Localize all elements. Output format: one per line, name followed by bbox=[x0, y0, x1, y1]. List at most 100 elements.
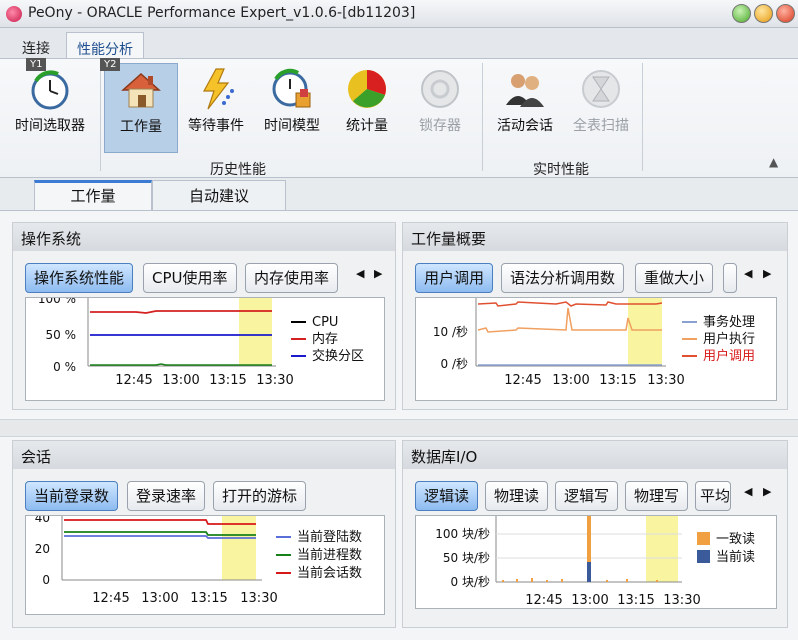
y-tick: 40 bbox=[35, 516, 50, 525]
open-cursors-tab[interactable]: 打开的游标 bbox=[213, 481, 307, 511]
tab-auto-advice[interactable]: 自动建议 bbox=[152, 180, 286, 210]
time-highlight bbox=[646, 516, 678, 582]
session-panel: 会话 当前登录数 登录速率 打开的游标 40 20 0 12:45 13:00 … bbox=[12, 440, 396, 628]
workload-chart: 10 /秒 0 /秒 12:45 13:00 13:15 13:30 事务处理 … bbox=[415, 297, 777, 401]
x-tick: 12:45 bbox=[525, 593, 562, 608]
memory-usage-tab[interactable]: 内存使用率 bbox=[245, 263, 339, 293]
x-tick: 13:30 bbox=[647, 373, 684, 388]
close-button[interactable] bbox=[776, 4, 795, 23]
horizontal-splitter[interactable] bbox=[0, 419, 798, 437]
statistics-label: 统计量 bbox=[346, 118, 388, 134]
x-tick: 12:45 bbox=[115, 373, 152, 388]
x-tick: 13:00 bbox=[552, 373, 589, 388]
x-tick: 13:00 bbox=[571, 593, 608, 608]
workload-label: 工作量 bbox=[120, 119, 162, 135]
tab-performance-analysis[interactable]: 性能分析 bbox=[66, 32, 144, 58]
redo-size-tab[interactable]: 重做大小 bbox=[635, 263, 714, 293]
x-tick: 13:30 bbox=[240, 591, 277, 606]
active-sessions-button[interactable]: 活动会话 bbox=[490, 63, 560, 153]
scroll-left-icon[interactable]: ◀ bbox=[356, 267, 364, 280]
time-picker-button[interactable]: Y1 时间选取器 bbox=[6, 58, 94, 153]
user-calls-tab[interactable]: 用户调用 bbox=[415, 263, 494, 293]
latch-icon bbox=[421, 70, 459, 108]
statistics-button[interactable]: 统计量 bbox=[334, 63, 400, 153]
clock-icon bbox=[31, 70, 69, 110]
physical-reads-tab[interactable]: 物理读 bbox=[485, 481, 549, 511]
menu-tab-bar: 连接 性能分析 bbox=[0, 28, 798, 58]
y-tick: 50 % bbox=[46, 328, 77, 342]
legend-label: CPU bbox=[312, 315, 338, 330]
x-tick: 12:45 bbox=[92, 591, 129, 606]
session-chart: 40 20 0 12:45 13:00 13:15 13:30 当前登陆数 当前… bbox=[25, 515, 385, 615]
workload-chart-svg: 10 /秒 0 /秒 12:45 13:00 13:15 13:30 事务处理 … bbox=[433, 298, 755, 388]
os-performance-tab[interactable]: 操作系统性能 bbox=[25, 263, 134, 293]
os-chart: 100 % 50 % 0 % 12:45 13:00 13:15 13:30 C… bbox=[25, 297, 385, 401]
minimize-button[interactable] bbox=[732, 4, 751, 23]
os-chart-svg: 100 % 50 % 0 % 12:45 13:00 13:15 13:30 C… bbox=[38, 298, 364, 388]
x-tick: 13:15 bbox=[190, 591, 227, 606]
y-tick: 0 bbox=[42, 573, 50, 587]
session-panel-title: 会话 bbox=[13, 441, 395, 469]
more-tab[interactable] bbox=[723, 263, 737, 293]
x-tick: 12:45 bbox=[504, 373, 541, 388]
x-tick: 13:00 bbox=[162, 373, 199, 388]
time-highlight bbox=[239, 298, 272, 366]
tab-workload[interactable]: 工作量 bbox=[34, 180, 152, 210]
legend-label: 交换分区 bbox=[312, 348, 364, 364]
time-highlight bbox=[222, 516, 256, 580]
cpu-usage-tab[interactable]: CPU使用率 bbox=[143, 263, 237, 293]
wait-events-label: 等待事件 bbox=[188, 118, 244, 134]
legend-swatch-consistent-read bbox=[697, 532, 710, 545]
time-model-button[interactable]: 时间模型 bbox=[256, 63, 328, 153]
legend-label: 一致读 bbox=[716, 532, 755, 547]
parse-calls-tab[interactable]: 语法分析调用数 bbox=[501, 263, 625, 293]
y-tick: 10 /秒 bbox=[433, 325, 468, 339]
time-picker-label: 时间选取器 bbox=[15, 118, 85, 134]
average-tab[interactable]: 平均 bbox=[695, 481, 731, 511]
current-read-bar bbox=[587, 562, 591, 582]
workload-summary-panel: 工作量概要 用户调用 语法分析调用数 重做大小 ◀ ▶ 10 /秒 0 /秒 1… bbox=[402, 222, 788, 410]
logical-reads-tab[interactable]: 逻辑读 bbox=[415, 481, 479, 511]
full-table-scan-button[interactable]: 全表扫描 bbox=[566, 63, 636, 153]
pie-chart-icon bbox=[348, 70, 386, 108]
wait-events-button[interactable]: 等待事件 bbox=[180, 63, 252, 153]
latch-label: 锁存器 bbox=[419, 118, 461, 134]
login-rate-tab[interactable]: 登录速率 bbox=[127, 481, 206, 511]
workload-button[interactable]: Y2 工作量 bbox=[100, 58, 178, 153]
legend-label: 事务处理 bbox=[703, 314, 755, 330]
scroll-right-icon[interactable]: ▶ bbox=[374, 267, 382, 280]
consistent-read-bars bbox=[502, 516, 658, 582]
legend-label: 用户执行 bbox=[703, 331, 755, 347]
time-highlight bbox=[628, 298, 662, 366]
model-clock-icon bbox=[272, 68, 311, 108]
legend-label: 当前读 bbox=[716, 549, 755, 565]
latch-button[interactable]: 锁存器 bbox=[406, 63, 474, 153]
document-tab-bar: 工作量 自动建议 bbox=[0, 178, 798, 210]
ribbon-separator bbox=[642, 63, 643, 171]
session-chart-svg: 40 20 0 12:45 13:00 13:15 13:30 当前登陆数 当前… bbox=[35, 516, 362, 606]
physical-writes-tab[interactable]: 物理写 bbox=[625, 481, 689, 511]
x-tick: 13:30 bbox=[256, 373, 293, 388]
history-performance-group-label: 历史性能 bbox=[210, 162, 266, 178]
database-io-chart-svg: 100 块/秒 50 块/秒 0 块/秒 12:45 13:00 13:15 1… bbox=[435, 516, 755, 608]
y-tick: 0 块/秒 bbox=[451, 575, 491, 589]
scroll-left-icon[interactable]: ◀ bbox=[744, 267, 752, 280]
y-tick: 0 % bbox=[53, 360, 76, 374]
logical-writes-tab[interactable]: 逻辑写 bbox=[555, 481, 619, 511]
scroll-left-icon[interactable]: ◀ bbox=[744, 485, 752, 498]
x-tick: 13:30 bbox=[663, 593, 700, 608]
scroll-right-icon[interactable]: ▶ bbox=[763, 267, 771, 280]
tab-connect[interactable]: 连接 bbox=[12, 32, 60, 58]
ribbon-separator bbox=[482, 63, 483, 171]
current-logins-tab[interactable]: 当前登录数 bbox=[25, 481, 119, 511]
maximize-button[interactable] bbox=[754, 4, 773, 23]
y-tick: 100 块/秒 bbox=[435, 527, 490, 541]
collapse-ribbon-icon[interactable]: ▲ bbox=[769, 155, 778, 169]
x-tick: 13:15 bbox=[209, 373, 246, 388]
x-tick: 13:00 bbox=[141, 591, 178, 606]
scroll-right-icon[interactable]: ▶ bbox=[763, 485, 771, 498]
hourglass-icon bbox=[582, 70, 620, 108]
x-tick: 13:15 bbox=[617, 593, 654, 608]
title-bar: PeOny - ORACLE Performance Expert_v1.0.6… bbox=[0, 0, 798, 28]
y-tick: 100 % bbox=[38, 298, 76, 306]
